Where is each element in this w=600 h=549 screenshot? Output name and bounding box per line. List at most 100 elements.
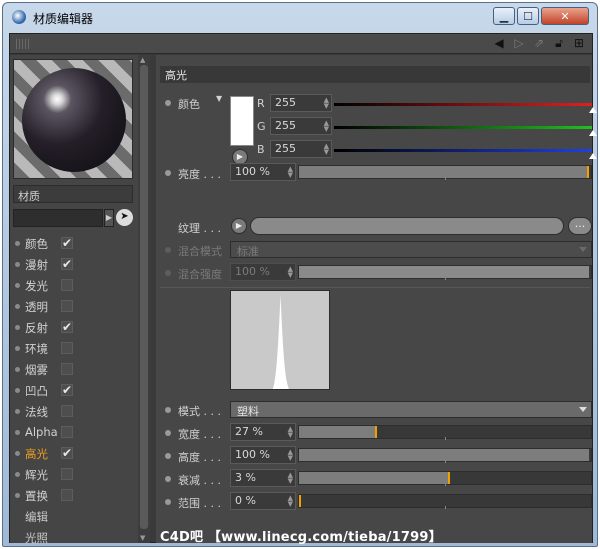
- channel-checkbox[interactable]: [61, 405, 73, 417]
- brightness-anim-dot[interactable]: [165, 170, 171, 176]
- green-field[interactable]: 255 ▲ ▼: [270, 117, 332, 135]
- channel-anim-dot[interactable]: [15, 451, 20, 456]
- sidebar-item-channel[interactable]: 高光 ✔: [10, 443, 136, 464]
- channel-anim-dot[interactable]: [15, 283, 20, 288]
- texture-slot[interactable]: [250, 217, 564, 235]
- app-icon: [12, 10, 26, 24]
- channel-checkbox[interactable]: [61, 468, 73, 480]
- material-field-arrow[interactable]: ▶: [104, 209, 114, 227]
- channel-checkbox[interactable]: ✔: [61, 384, 73, 396]
- close-button[interactable]: ✕: [541, 7, 589, 25]
- scroll-down-icon[interactable]: ▼: [140, 534, 145, 542]
- channel-checkbox[interactable]: ✔: [61, 321, 73, 333]
- title-bar[interactable]: 材质编辑器 ▁ ☐ ✕: [3, 3, 597, 31]
- extra-item-label: 光照: [25, 531, 48, 545]
- lock-icon[interactable]: 🔓︎: [552, 36, 566, 50]
- material-field[interactable]: [13, 209, 103, 227]
- sidebar-item-channel[interactable]: 反射 ✔: [10, 317, 136, 338]
- sidebar-item-channel[interactable]: Alpha: [10, 422, 136, 443]
- falloff-field[interactable]: 3 % ▲ ▼: [230, 469, 296, 487]
- red-slider[interactable]: [334, 103, 592, 106]
- channel-anim-dot[interactable]: [15, 388, 20, 393]
- sidebar-item-channel[interactable]: 发光: [10, 275, 136, 296]
- blend-mode-select[interactable]: 标准: [230, 241, 592, 258]
- material-name[interactable]: 材质: [13, 185, 133, 203]
- channel-checkbox[interactable]: [61, 279, 73, 291]
- grip-icon[interactable]: [16, 39, 30, 49]
- falloff-slider[interactable]: [298, 471, 592, 486]
- channel-anim-dot[interactable]: [15, 262, 20, 267]
- sidebar-item-channel[interactable]: 环境: [10, 338, 136, 359]
- up-arrow-icon[interactable]: ⇗: [532, 36, 546, 50]
- mode-anim-dot[interactable]: [165, 407, 171, 413]
- channel-anim-dot[interactable]: [15, 304, 20, 309]
- brightness-slider[interactable]: [298, 165, 592, 180]
- sidebar-scrollbar[interactable]: ▲ ▼: [138, 55, 150, 543]
- height-field[interactable]: 100 % ▲ ▼: [230, 446, 296, 464]
- sidebar-item-channel[interactable]: 烟雾: [10, 359, 136, 380]
- new-panel-icon[interactable]: ⊞: [572, 36, 586, 50]
- forward-arrow-icon[interactable]: ▷: [512, 36, 526, 50]
- channel-checkbox[interactable]: [61, 300, 73, 312]
- channel-anim-dot[interactable]: [15, 346, 20, 351]
- width-field[interactable]: 27 % ▲ ▼: [230, 423, 296, 441]
- blend-strength-slider[interactable]: [298, 265, 592, 280]
- sidebar-item-channel[interactable]: 凹凸 ✔: [10, 380, 136, 401]
- width-anim-dot[interactable]: [165, 430, 171, 436]
- height-anim-dot[interactable]: [165, 453, 171, 459]
- sidebar-item-channel[interactable]: 法线: [10, 401, 136, 422]
- scroll-up-icon[interactable]: ▲: [140, 56, 145, 64]
- material-preview[interactable]: [13, 59, 133, 179]
- color-swatch[interactable]: [230, 96, 254, 146]
- channel-anim-dot[interactable]: [15, 325, 20, 330]
- channel-label: 环境: [25, 342, 48, 356]
- sidebar-item-channel[interactable]: 颜色 ✔: [10, 233, 136, 254]
- mode-select[interactable]: 塑料: [230, 401, 592, 418]
- channel-anim-dot[interactable]: [15, 241, 20, 246]
- texture-menu-toggle[interactable]: ▶: [231, 218, 247, 234]
- green-slider-marker[interactable]: [589, 130, 597, 136]
- inner-width-field[interactable]: 0 % ▲ ▼: [230, 492, 296, 510]
- channel-checkbox[interactable]: ✔: [61, 258, 73, 270]
- channel-anim-dot[interactable]: [15, 472, 20, 477]
- inner-width-slider[interactable]: [298, 494, 592, 509]
- channel-checkbox[interactable]: [61, 342, 73, 354]
- minimize-button[interactable]: ▁: [493, 7, 515, 25]
- falloff-anim-dot[interactable]: [165, 476, 171, 482]
- color-anim-dot[interactable]: [165, 100, 171, 106]
- blend-strength-anim-dot[interactable]: [165, 270, 171, 276]
- blue-slider-marker[interactable]: [589, 153, 597, 159]
- width-slider[interactable]: [298, 425, 592, 440]
- red-slider-marker[interactable]: [589, 107, 597, 113]
- brightness-field[interactable]: 100 % ▲ ▼: [230, 163, 296, 181]
- blend-mode-anim-dot[interactable]: [165, 247, 171, 253]
- channel-checkbox[interactable]: [61, 426, 73, 438]
- texture-browse-button[interactable]: ...: [568, 217, 592, 235]
- blue-field[interactable]: 255 ▲ ▼: [270, 140, 332, 158]
- channel-anim-dot[interactable]: [15, 409, 20, 414]
- channel-checkbox[interactable]: [61, 363, 73, 375]
- sidebar-item-extra[interactable]: 光照: [10, 527, 136, 548]
- channel-checkbox[interactable]: [61, 489, 73, 501]
- maximize-button[interactable]: ☐: [517, 7, 539, 25]
- channel-checkbox[interactable]: ✔: [61, 447, 73, 459]
- sidebar-item-channel[interactable]: 置换: [10, 485, 136, 506]
- inner-width-anim-dot[interactable]: [165, 499, 171, 505]
- channel-anim-dot[interactable]: [15, 367, 20, 372]
- scroll-thumb[interactable]: [140, 65, 148, 529]
- height-slider[interactable]: [298, 448, 592, 463]
- channel-anim-dot[interactable]: [15, 493, 20, 498]
- picker-icon[interactable]: ➤: [116, 209, 133, 226]
- back-arrow-icon[interactable]: ◀: [492, 36, 506, 50]
- channel-anim-dot[interactable]: [15, 430, 20, 435]
- sidebar-item-channel[interactable]: 辉光: [10, 464, 136, 485]
- sidebar-item-channel[interactable]: 漫射 ✔: [10, 254, 136, 275]
- blue-slider[interactable]: [334, 149, 592, 152]
- green-slider[interactable]: [334, 126, 592, 129]
- channel-checkbox[interactable]: ✔: [61, 237, 73, 249]
- blend-strength-field[interactable]: 100 % ▲ ▼: [230, 263, 296, 281]
- color-expand-icon[interactable]: ▼: [216, 94, 222, 103]
- sidebar-item-channel[interactable]: 透明: [10, 296, 136, 317]
- red-field[interactable]: 255 ▲ ▼: [270, 94, 332, 112]
- sidebar-item-extra[interactable]: 编辑: [10, 506, 136, 527]
